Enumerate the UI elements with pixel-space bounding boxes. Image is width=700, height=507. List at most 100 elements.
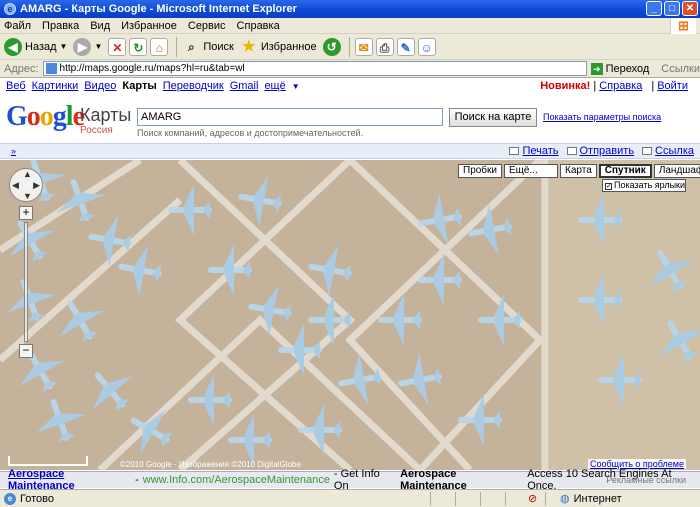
zoom-in-button[interactable]: + [19, 206, 33, 220]
page-favicon-icon [45, 63, 57, 74]
search-button[interactable]: ⌕ Поиск [182, 38, 234, 56]
map-scale-bar [8, 456, 88, 466]
map-view-button[interactable]: Карта [560, 164, 597, 178]
maximize-button[interactable]: □ [664, 1, 680, 16]
more-dropdown-icon[interactable]: ▼ [292, 82, 300, 91]
nav-translate[interactable]: Переводчик [163, 80, 224, 92]
nav-web[interactable]: Веб [6, 80, 26, 92]
pan-up-icon: ▲ [23, 169, 32, 179]
home-icon[interactable]: ⌂ [150, 37, 169, 56]
back-label: Назад [25, 40, 57, 53]
search-options-link[interactable]: Показать параметры поиска [543, 112, 661, 122]
google-logo[interactable]: Google [6, 101, 85, 133]
traffic-button[interactable]: Пробки [458, 164, 502, 178]
nav-maps-active: Карты [122, 80, 157, 92]
go-arrow-icon[interactable]: ➜ [591, 62, 603, 75]
favorites-button[interactable]: ★ Избранное [240, 37, 317, 56]
ad-bar: Aerospace Maintenance - www.Info.com/Aer… [0, 468, 700, 492]
nav-video[interactable]: Видео [84, 80, 116, 92]
forward-button[interactable]: ▶ ▼ [73, 37, 102, 56]
mail-icon[interactable]: ✉ [354, 37, 373, 56]
ie-icon: e [4, 3, 16, 15]
chain-link-icon [642, 147, 653, 155]
send-link[interactable]: Отправить [566, 145, 634, 157]
menu-file[interactable]: Файл [4, 20, 31, 32]
printer-icon [509, 147, 520, 155]
envelope-icon [566, 147, 577, 155]
star-icon: ★ [242, 37, 256, 55]
map-navigation-control: ▲ ▼ ◀ ▶ + − [9, 168, 43, 358]
window-title: AMARG - Карты Google - Microsoft Interne… [20, 3, 297, 15]
minimize-button[interactable]: _ [646, 1, 662, 16]
browser-toolbar: ◀ Назад ▼ ▶ ▼ ✕ ↻ ⌂ ⌕ Поиск ★ Избранное … [0, 34, 700, 60]
back-button[interactable]: ◀ Назад ▼ [4, 37, 68, 56]
checkbox-checked-icon: ✓ [605, 183, 612, 190]
zone-label: Интернет [573, 492, 622, 505]
map-search-button[interactable]: Поиск на карте [449, 108, 537, 127]
forward-arrow-icon: ▶ [73, 37, 92, 56]
status-bar: e Готово ⊘ ◍ Интернет [0, 489, 700, 507]
dropdown-arrow-icon[interactable]: ▼ [60, 42, 68, 51]
popup-blocked-icon[interactable]: ⊘ [528, 492, 537, 505]
menu-help[interactable]: Справка [237, 20, 280, 32]
menu-tools[interactable]: Сервис [188, 20, 226, 32]
new-badge[interactable]: Новинка! [540, 80, 590, 92]
nav-images[interactable]: Картинки [32, 80, 79, 92]
link-link[interactable]: Ссылка [642, 145, 694, 157]
zoom-slider[interactable] [24, 222, 28, 342]
nav-gmail[interactable]: Gmail [230, 80, 259, 92]
map-search-input[interactable]: AMARG [137, 108, 443, 126]
edit-icon[interactable]: ✎ [396, 37, 415, 56]
go-button[interactable]: Переход [606, 63, 650, 75]
satellite-map[interactable]: ▲ ▼ ◀ ▶ + − Пробки Ещё... Карта Спутник … [0, 160, 700, 470]
dropdown-arrow-icon[interactable]: ▼ [94, 42, 102, 51]
terrain-view-button[interactable]: Ландшафт [653, 164, 700, 178]
signin-link[interactable]: Войти [657, 80, 688, 92]
nav-more[interactable]: ещё [264, 80, 285, 92]
back-arrow-icon: ◀ [4, 37, 22, 56]
status-cell [430, 491, 431, 506]
pan-down-icon: ▼ [23, 191, 32, 201]
zoom-out-button[interactable]: − [19, 344, 33, 358]
satellite-view-button[interactable]: Спутник [598, 164, 652, 178]
address-url: http://maps.google.ru/maps?hl=ru&tab=wl [59, 63, 245, 74]
status-cell [480, 491, 481, 506]
page-icon: e [4, 492, 16, 505]
show-labels-checkbox[interactable]: ✓ Показать ярлыки [602, 179, 686, 192]
refresh-icon[interactable]: ↻ [129, 37, 148, 56]
menu-view[interactable]: Вид [90, 20, 110, 32]
map-toolbar: » Печать Отправить Ссылка [0, 143, 700, 159]
security-zone: ◍ Интернет [560, 492, 622, 506]
windows-logo-icon: ⊞ [670, 18, 696, 34]
menu-bar: Файл Правка Вид Избранное Сервис Справка [0, 18, 700, 34]
toolbar-separator [348, 36, 350, 57]
stop-icon[interactable]: ✕ [108, 37, 127, 56]
region-label: Россия [80, 125, 113, 136]
links-button[interactable]: Ссылки [661, 63, 700, 75]
ad-url-link[interactable]: www.Info.com/AerospaceMaintenance [143, 474, 330, 486]
close-button[interactable]: ✕ [682, 1, 698, 16]
map-type-control: Пробки Ещё... Карта Спутник Ландшафт [458, 164, 700, 178]
address-input[interactable]: http://maps.google.ru/maps?hl=ru&tab=wl [42, 61, 587, 76]
collapse-panel-icon[interactable]: » [11, 146, 16, 156]
address-bar: Адрес: http://maps.google.ru/maps?hl=ru&… [0, 60, 700, 78]
more-button[interactable]: Ещё... [504, 164, 558, 178]
status-cell [455, 491, 456, 506]
status-cell [505, 491, 506, 506]
pan-right-icon: ▶ [33, 180, 40, 190]
ad-label: Рекламные ссылки [606, 475, 686, 485]
print-icon[interactable]: ⎙ [375, 37, 394, 56]
menu-favorites[interactable]: Избранное [121, 20, 177, 32]
history-icon[interactable]: ↺ [322, 37, 341, 56]
menu-edit[interactable]: Правка [42, 20, 79, 32]
print-link[interactable]: Печать [509, 145, 559, 157]
pan-control[interactable]: ▲ ▼ ◀ ▶ [9, 168, 43, 202]
messenger-icon[interactable]: ☺ [417, 37, 436, 56]
favorites-label: Избранное [260, 40, 317, 53]
satellite-imagery [0, 160, 700, 470]
show-labels-label: Показать ярлыки [614, 180, 686, 190]
globe-icon: ◍ [560, 493, 570, 505]
magnifier-icon: ⌕ [188, 39, 195, 54]
help-link[interactable]: Справка [599, 80, 642, 92]
imagery-credit: ©2010 Google - Изображения ©2010 Digital… [120, 460, 301, 469]
